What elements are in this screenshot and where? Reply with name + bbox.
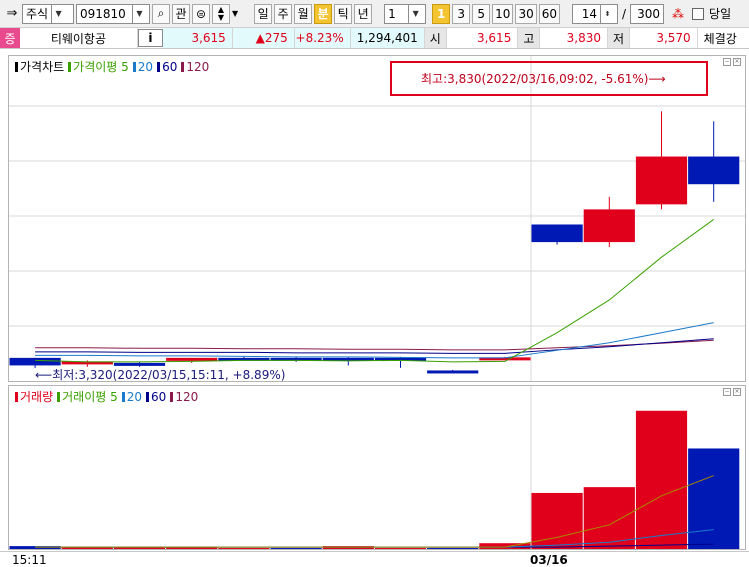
chart-settings-button[interactable]: ⊜ — [192, 3, 210, 24]
high-label: 고 — [518, 28, 541, 48]
chevron-down-icon[interactable]: ▼ — [232, 9, 238, 18]
market-select[interactable]: 주식 ▼ — [22, 3, 74, 24]
volume-bar — [427, 548, 479, 549]
legend-ma5[interactable]: 가격이평 5 — [68, 58, 129, 75]
time-label-date: 03/16 — [530, 553, 568, 567]
stock-name: 티웨이항공 — [20, 28, 138, 48]
interval-5-button[interactable]: 5 — [472, 3, 491, 24]
spin-arrows-icon: ⬍ — [600, 4, 614, 23]
candle-body — [9, 357, 61, 366]
interval-1-button[interactable]: 1 — [432, 3, 451, 24]
legend-vol-ma120[interactable]: 120 — [170, 388, 198, 405]
low-value: 3,570 — [630, 28, 698, 48]
open-value: 3,615 — [447, 28, 519, 48]
count-separator: / — [622, 6, 627, 21]
gear-icon: ⊜ — [195, 6, 207, 21]
chevron-down-icon: ▼ — [408, 4, 422, 23]
spin-up-down-button[interactable]: ▲ ▼ — [212, 3, 230, 24]
price-legend: 가격차트 가격이평 5 20 60 120 — [15, 58, 209, 75]
time-label-start: 15:11 — [12, 553, 47, 567]
open-label: 시 — [424, 28, 447, 48]
grid-toggle-icon[interactable]: ⁂ — [672, 7, 684, 21]
legend-vol-ma5[interactable]: 거래이평 5 — [57, 388, 118, 405]
candle-body — [531, 224, 583, 243]
candle-body — [427, 370, 479, 374]
high-price-annotation-text: 최고:3,830(2022/03/16,09:02, -5.61%)⟶ — [421, 72, 666, 86]
market-select-label: 주식 — [26, 7, 49, 21]
zoom-stepper[interactable]: 14 ⬍ — [572, 3, 618, 24]
period-day-tab[interactable]: 일 — [254, 3, 273, 24]
candle-body — [635, 156, 688, 205]
chevron-down-icon: ▼ — [51, 4, 65, 23]
time-axis: 15:11 03/16 — [0, 551, 749, 567]
same-day-checkbox[interactable] — [692, 7, 705, 20]
legend-vol-ma20[interactable]: 20 — [121, 388, 142, 405]
volume-bar — [218, 548, 270, 549]
legend-ma60[interactable]: 60 — [157, 58, 177, 75]
arrow-in-icon[interactable]: ⇒ — [4, 6, 20, 21]
high-value: 3,830 — [540, 28, 608, 48]
interval-30-button[interactable]: 30 — [515, 3, 537, 24]
candle-body — [583, 209, 635, 243]
price-ma120-line — [35, 339, 714, 351]
period-minute-tab[interactable]: 분 — [314, 3, 333, 24]
legend-vol-ma60[interactable]: 60 — [146, 388, 166, 405]
period-week-tab[interactable]: 주 — [274, 3, 293, 24]
volume-chart-plot — [9, 386, 740, 549]
period-tick-tab[interactable]: 틱 — [334, 3, 353, 24]
volume-bar — [374, 548, 427, 549]
candle-body — [688, 156, 740, 185]
high-price-annotation: 최고:3,830(2022/03/16,09:02, -5.61%)⟶ — [390, 61, 708, 96]
trade-volume: 1,294,401 — [350, 28, 425, 48]
candle-body — [166, 357, 218, 361]
chevron-down-icon: ▼ — [132, 4, 146, 23]
volume-bar — [635, 410, 688, 549]
interval-value: 1 — [388, 6, 396, 21]
info-button[interactable]: i — [137, 29, 164, 47]
period-month-tab[interactable]: 월 — [294, 3, 313, 24]
interval-10-button[interactable]: 10 — [492, 3, 514, 24]
stock-code-input[interactable]: 091810 ▼ — [76, 3, 150, 24]
legend-ma20[interactable]: 20 — [132, 58, 153, 75]
period-year-tab[interactable]: 년 — [354, 3, 373, 24]
volume-bar — [270, 548, 322, 549]
count-input[interactable]: 300 — [630, 3, 665, 24]
change-percent: +8.23% — [294, 28, 351, 48]
current-price: 3,615 — [163, 28, 233, 48]
volume-bar — [688, 448, 740, 549]
legend-ma120[interactable]: 120 — [181, 58, 209, 75]
quote-row: 증 티웨이항공 i 3,615 ▲275 +8.23% 1,294,401 시 … — [0, 28, 749, 49]
low-price-annotation: ⟵최저:3,320(2022/03/15,15:11, +8.89%) — [35, 368, 286, 382]
stock-code-value: 091810 — [80, 6, 126, 21]
stock-badge: 증 — [0, 28, 21, 48]
interval-60-button[interactable]: 60 — [538, 3, 560, 24]
volume-chart-panel[interactable]: 거래량 거래이평 5 20 60 120 − × — [8, 385, 746, 550]
legend-volume[interactable]: 거래량 — [15, 388, 53, 405]
search-button[interactable]: ⌕ — [152, 3, 170, 24]
low-label: 저 — [608, 28, 630, 48]
strength-label: 체결강 — [703, 31, 737, 46]
legend-price[interactable]: 가격차트 — [15, 58, 64, 75]
price-chart-plot — [9, 56, 745, 381]
count-value: 300 — [637, 6, 661, 21]
search-icon: ⌕ — [157, 6, 165, 20]
zoom-value: 14 — [581, 6, 597, 21]
price-change: ▲275 — [232, 28, 295, 48]
same-day-label: 당일 — [709, 7, 732, 21]
interval-3-button[interactable]: 3 — [452, 3, 471, 24]
price-chart-panel[interactable]: 가격차트 가격이평 5 20 60 120 − × 최고:3,830(2022/… — [8, 55, 746, 382]
chart-toolbar: ⇒ 주식 ▼ 091810 ▼ ⌕ 관 ⊜ ▲ ▼ ▼ 일 주 월 분 틱 년 1… — [0, 0, 749, 28]
volume-legend: 거래량 거래이평 5 20 60 120 — [15, 388, 198, 405]
interval-select[interactable]: 1 ▼ — [384, 3, 427, 24]
interest-button[interactable]: 관 — [172, 3, 190, 24]
